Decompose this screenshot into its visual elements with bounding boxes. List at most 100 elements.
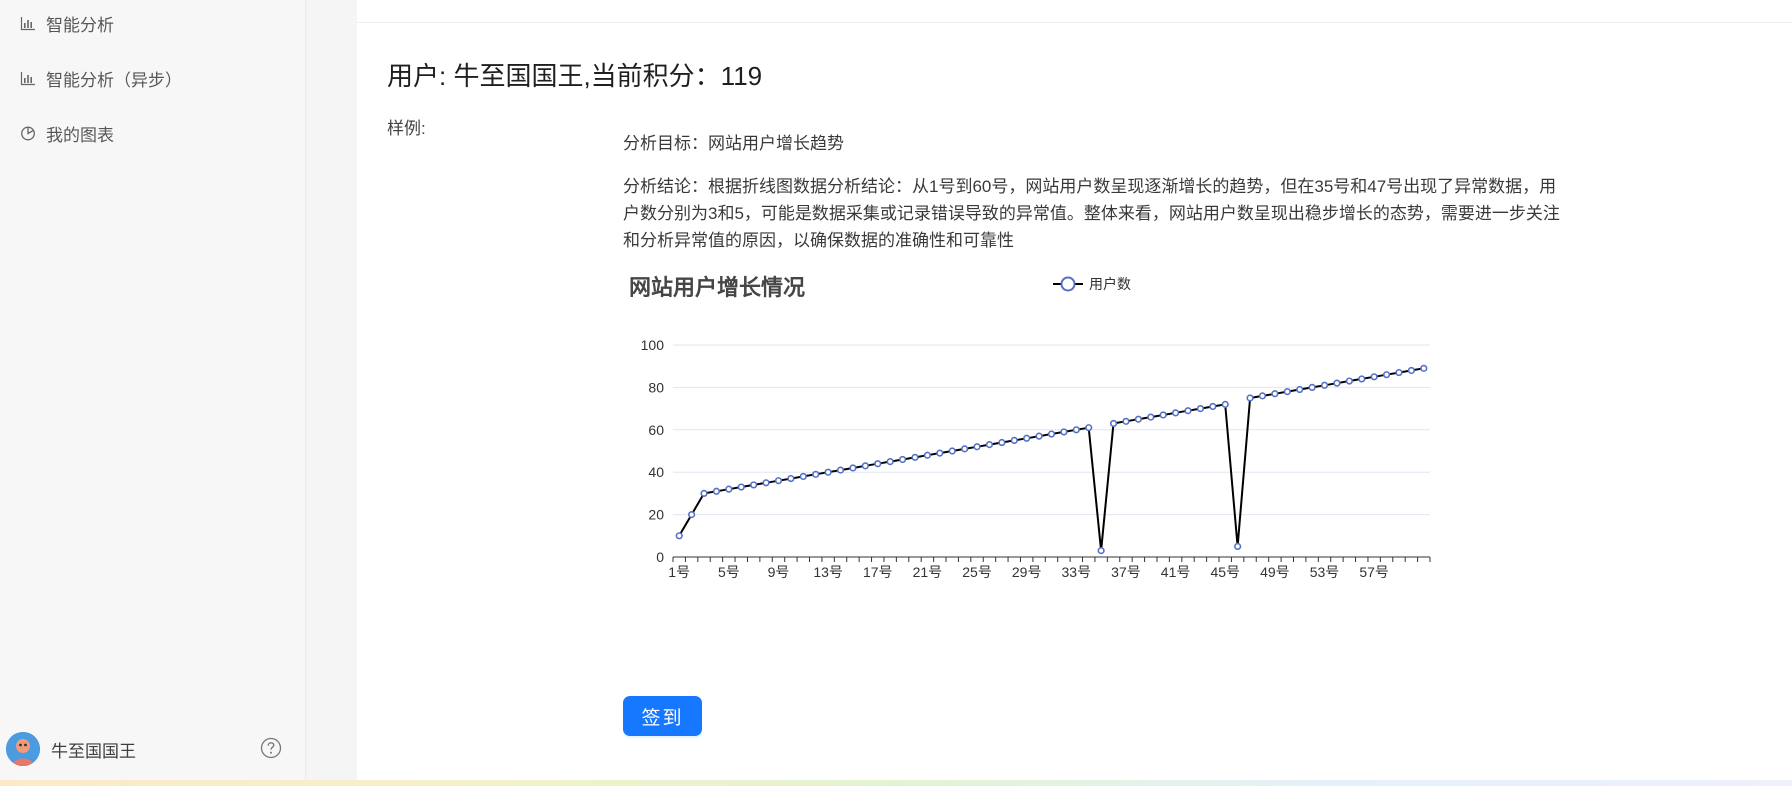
sidebar-item-my-charts[interactable]: 我的图表: [20, 117, 114, 149]
sidebar-item-label: 我的图表: [46, 125, 114, 145]
data-point: [1184, 407, 1192, 415]
bar-chart-icon: [20, 17, 35, 31]
x-tick-label: 17号: [863, 564, 893, 580]
data-point: [1072, 426, 1080, 434]
data-point: [849, 464, 857, 472]
user-profile[interactable]: 牛至国国王: [6, 731, 296, 767]
data-point: [812, 470, 820, 478]
data-point: [836, 466, 845, 474]
data-point: [1308, 383, 1316, 391]
data-point: [985, 441, 994, 449]
data-point: [1407, 366, 1415, 375]
data-point: [886, 458, 894, 466]
data-point: [1196, 405, 1205, 413]
data-point: [923, 451, 932, 459]
data-point: [998, 438, 1006, 447]
data-point: [1035, 432, 1043, 440]
line-chart: 0 20 40 60 80 100 1号 5号 9号 13号 17号 21号 25号 29号 33号 37号 4…: [641, 337, 1431, 580]
y-tick-label: 80: [648, 379, 664, 395]
chart-title: 网站用户增长情况: [629, 275, 806, 300]
chart-legend[interactable]: 用户数: [1053, 274, 1131, 294]
data-point: [1060, 428, 1068, 436]
analysis-conclusion: 分析结论：根据折线图数据分析结论：从1号到60号，网站用户数呈现逐渐增长的趋势，…: [623, 177, 1560, 250]
x-tick-label: 21号: [913, 564, 943, 580]
data-point: [1271, 390, 1279, 398]
data-point: [787, 474, 795, 483]
x-tick-label: 33号: [1062, 564, 1092, 580]
sample-label: 样例:: [387, 119, 426, 138]
pie-chart-icon: [21, 126, 35, 141]
analysis-goal: 分析目标：网站用户增长趋势: [623, 134, 844, 153]
page-title: 用户: 牛至国国王,当前积分：119: [387, 61, 763, 91]
signin-button[interactable]: 签到: [623, 696, 702, 736]
data-point: [1109, 419, 1118, 428]
x-tick-label: 37号: [1111, 564, 1141, 580]
x-tick-label: 53号: [1310, 564, 1340, 580]
sidebar: 智能分析 智能分析（异步） 我的图表 牛至国国王: [0, 0, 306, 786]
data-point: [1171, 409, 1180, 417]
data-point: [700, 489, 708, 497]
legend-line-marker-icon: [1053, 276, 1083, 292]
data-point: [1283, 388, 1291, 396]
avatar[interactable]: [6, 732, 40, 766]
sidebar-item-smart-analysis-async[interactable]: 智能分析（异步）: [20, 62, 182, 94]
sidebar-item-label: 智能分析: [46, 15, 114, 35]
data-point: [961, 445, 969, 453]
x-tick-label: 25号: [962, 564, 992, 580]
data-point: [824, 468, 832, 476]
data-point: [1234, 542, 1242, 551]
data-point: [1047, 430, 1056, 438]
data-point: [1023, 434, 1031, 442]
bar-chart-icon: [20, 72, 35, 86]
x-tick-label: 49号: [1260, 564, 1290, 580]
data-point: [675, 532, 683, 540]
x-tick-label: 45号: [1210, 564, 1240, 580]
x-tick-label: 5号: [718, 564, 740, 580]
data-point: [1085, 424, 1093, 432]
data-point: [1010, 436, 1018, 444]
data-point: [1420, 364, 1428, 372]
x-tick-label: 41号: [1161, 564, 1191, 580]
data-point: [1097, 547, 1105, 555]
y-tick-label: 60: [648, 422, 664, 438]
data-point: [1258, 392, 1267, 400]
data-point: [898, 455, 907, 464]
data-point: [973, 443, 981, 451]
data-point: [1122, 417, 1130, 425]
data-point: [688, 511, 696, 519]
data-point: [911, 453, 919, 461]
data-point: [861, 462, 869, 470]
data-point: [1382, 371, 1391, 379]
y-tick-label: 0: [656, 549, 664, 565]
legend-label: 用户数: [1089, 276, 1131, 292]
data-point: [750, 481, 758, 489]
data-point: [1246, 394, 1254, 402]
y-tick-label: 20: [648, 507, 664, 523]
x-tick-label: 13号: [813, 564, 843, 580]
avatar-image: [6, 732, 40, 766]
layout-gutter: [306, 0, 356, 786]
y-tick-label: 100: [641, 337, 665, 353]
x-tick-label: 57号: [1359, 564, 1389, 580]
data-point: [1209, 402, 1217, 411]
data-point: [1333, 379, 1341, 387]
y-tick-label: 40: [648, 464, 664, 480]
username: 牛至国国王: [51, 741, 136, 761]
sidebar-item-smart-analysis[interactable]: 智能分析: [20, 7, 114, 39]
data-point: [1159, 411, 1167, 419]
header-divider: [357, 22, 1792, 23]
data-point: [948, 447, 956, 455]
bottom-gradient-strip: [0, 780, 1792, 786]
data-point: [1320, 381, 1329, 389]
data-point: [1296, 385, 1304, 394]
series-line: [678, 367, 1424, 552]
data-point: [712, 487, 721, 495]
data-point: [725, 485, 733, 493]
data-point: [762, 479, 770, 487]
data-point: [737, 483, 745, 491]
sidebar-item-label: 智能分析（异步）: [46, 70, 182, 90]
help-icon[interactable]: [260, 737, 282, 764]
data-point: [799, 472, 807, 481]
data-point: [936, 449, 944, 457]
data-point: [1358, 375, 1366, 383]
